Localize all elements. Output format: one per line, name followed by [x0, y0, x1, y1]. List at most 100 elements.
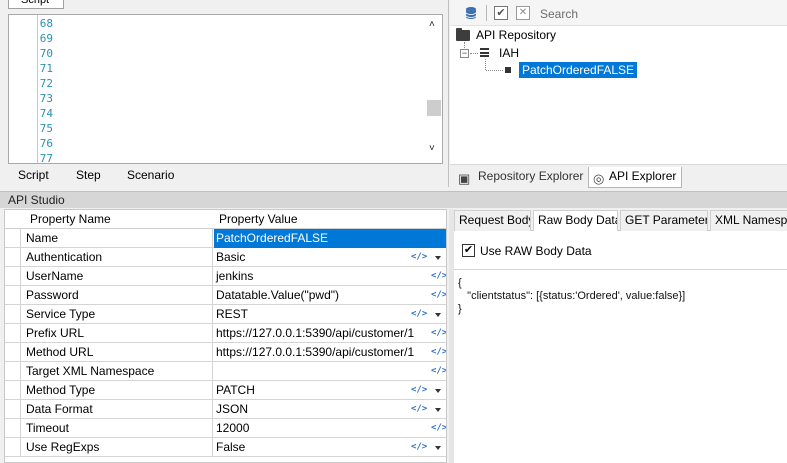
property-value-text: JSON	[216, 402, 249, 416]
row-handle[interactable]	[5, 362, 21, 381]
property-name: Use RegExps	[22, 438, 213, 457]
table-row[interactable]: Password Datatable.Value("pwd") </>	[5, 286, 446, 305]
row-handle[interactable]	[5, 248, 21, 267]
property-name: Method Type	[22, 381, 213, 400]
tree-connector	[485, 59, 486, 70]
tab-api-explorer[interactable]: ◎ API Explorer	[588, 167, 682, 188]
property-value-text: Basic	[216, 250, 246, 264]
row-handle[interactable]	[5, 267, 21, 286]
property-value[interactable]: PatchOrderedFALSE	[214, 229, 446, 248]
dropdown-arrow-icon[interactable]	[435, 256, 441, 260]
table-row[interactable]: UserName jenkins </>	[5, 267, 446, 286]
tree-connector	[486, 70, 503, 71]
dropdown-arrow-icon[interactable]	[435, 389, 441, 393]
database-icon[interactable]	[464, 6, 478, 20]
dropdown-arrow-icon[interactable]	[435, 313, 441, 317]
property-value[interactable]	[214, 362, 446, 381]
tree-root[interactable]: API Repository	[476, 28, 556, 42]
tab-label: Repository Explorer	[478, 169, 584, 183]
row-handle[interactable]	[5, 419, 21, 438]
row-handle[interactable]	[5, 324, 21, 343]
table-row[interactable]: Timeout 12000 </>	[5, 419, 446, 438]
property-value[interactable]: Datatable.Value("pwd")	[214, 286, 446, 305]
property-name: Method URL	[22, 343, 213, 362]
code-icon[interactable]: </>	[411, 442, 427, 452]
row-handle[interactable]	[5, 438, 21, 457]
raw-body-textarea[interactable]: { "clientstatus": [{status:'Ordered', va…	[458, 277, 783, 316]
row-handle[interactable]	[5, 381, 21, 400]
table-row[interactable]: Service Type REST </>	[5, 305, 446, 324]
script-panel: Script 68 69 70 71 72 73 74 75 76 77 ˄ ˅ Script S…	[0, 0, 449, 187]
code-icon[interactable]: </>	[431, 328, 446, 338]
code-icon[interactable]: </>	[431, 423, 446, 433]
property-value[interactable]: https://127.0.0.1:5390/api/customer/1	[214, 343, 446, 362]
method-node-icon	[505, 67, 511, 73]
toolbar-divider	[486, 5, 487, 21]
check-icon[interactable]: ✔	[494, 6, 508, 20]
table-row[interactable]: Method Type PATCH </>	[5, 381, 446, 400]
row-handle[interactable]	[5, 286, 21, 305]
dropdown-arrow-icon[interactable]	[435, 408, 441, 412]
use-raw-checkbox[interactable]: ✔	[462, 244, 475, 257]
grid-header: Property Name Property Value	[5, 210, 446, 229]
table-row[interactable]: Use RegExps False </>	[5, 438, 446, 457]
code-icon[interactable]: </>	[431, 366, 446, 376]
repository-tabs: ▣ Repository Explorer ◎ API Explorer	[450, 164, 787, 188]
table-row[interactable]: Data Format JSON </>	[5, 400, 446, 419]
vertical-scrollbar[interactable]	[427, 15, 442, 163]
table-row[interactable]: Target XML Namespace </>	[5, 362, 446, 381]
property-value[interactable]: https://127.0.0.1:5390/api/customer/1	[214, 324, 446, 343]
list-icon	[480, 48, 489, 57]
row-handle[interactable]	[5, 343, 21, 362]
tab-xml-namespace[interactable]: XML Namespac	[710, 210, 787, 231]
code-icon[interactable]: </>	[411, 309, 427, 319]
tab-request-body[interactable]: Request Body	[454, 210, 531, 231]
scrollbar-thumb[interactable]	[427, 100, 441, 116]
tab-repository-explorer[interactable]: ▣ Repository Explorer	[452, 167, 586, 188]
raw-body-panel: ✔ Use RAW Body Data { "clientstatus": [{…	[454, 231, 787, 463]
code-icon[interactable]: </>	[431, 290, 446, 300]
scroll-down-icon[interactable]: ˅	[429, 143, 435, 154]
property-value[interactable]: 12000	[214, 419, 446, 438]
repository-panel: ✔ ✕ API Repository − IAH PatchOrderedFAL…	[450, 0, 787, 188]
code-icon[interactable]: </>	[411, 252, 427, 262]
column-header-property-name[interactable]: Property Name	[30, 210, 111, 229]
row-handle[interactable]	[5, 305, 21, 324]
close-icon[interactable]: ✕	[516, 6, 530, 20]
line-number: 73	[39, 92, 53, 105]
collapse-icon[interactable]: −	[460, 49, 469, 58]
tab-label: API Explorer	[609, 169, 677, 183]
search-input[interactable]	[540, 5, 680, 23]
property-value-text: 12000	[216, 421, 250, 435]
code-icon[interactable]: </>	[411, 385, 427, 395]
property-value[interactable]: jenkins	[214, 267, 446, 286]
property-value-text: https://127.0.0.1:5390/api/customer/1	[216, 345, 415, 359]
tab-scenario[interactable]: Scenario	[127, 168, 174, 182]
code-icon[interactable]: </>	[431, 271, 446, 281]
tab-step[interactable]: Step	[76, 168, 101, 182]
line-number: 76	[39, 137, 53, 150]
tree-node-selected[interactable]: PatchOrderedFALSE	[519, 62, 638, 78]
scroll-up-icon[interactable]: ˄	[429, 19, 435, 30]
table-row[interactable]: Authentication Basic </>	[5, 248, 446, 267]
tab-script[interactable]: Script	[18, 168, 49, 182]
tab-raw-body-data[interactable]: Raw Body Data	[533, 210, 618, 232]
column-header-property-value[interactable]: Property Value	[219, 210, 298, 229]
row-handle[interactable]	[5, 229, 21, 248]
code-icon[interactable]: </>	[411, 404, 427, 414]
tree-node-iah[interactable]: IAH	[499, 46, 519, 60]
dropdown-arrow-icon[interactable]	[435, 446, 441, 450]
globe-icon: ◎	[593, 171, 605, 186]
table-row[interactable]: Name PatchOrderedFALSE	[5, 229, 446, 248]
script-editor[interactable]: 68 69 70 71 72 73 74 75 76 77 ˄ ˅	[8, 14, 443, 164]
body-tabs: Request Body Raw Body Data GET Parameter…	[454, 208, 787, 232]
tab-get-parameters[interactable]: GET Parameters	[620, 210, 708, 231]
script-tab[interactable]: Script	[8, 0, 64, 9]
property-grid: Property Name Property Value Name PatchOr…	[4, 209, 447, 463]
row-handle[interactable]	[5, 400, 21, 419]
table-row[interactable]: Method URL https://127.0.0.1:5390/api/cus…	[5, 343, 446, 362]
line-number: 75	[39, 122, 53, 135]
property-name: Timeout	[22, 419, 213, 438]
table-row[interactable]: Prefix URL https://127.0.0.1:5390/api/cus…	[5, 324, 446, 343]
code-icon[interactable]: </>	[431, 347, 446, 357]
